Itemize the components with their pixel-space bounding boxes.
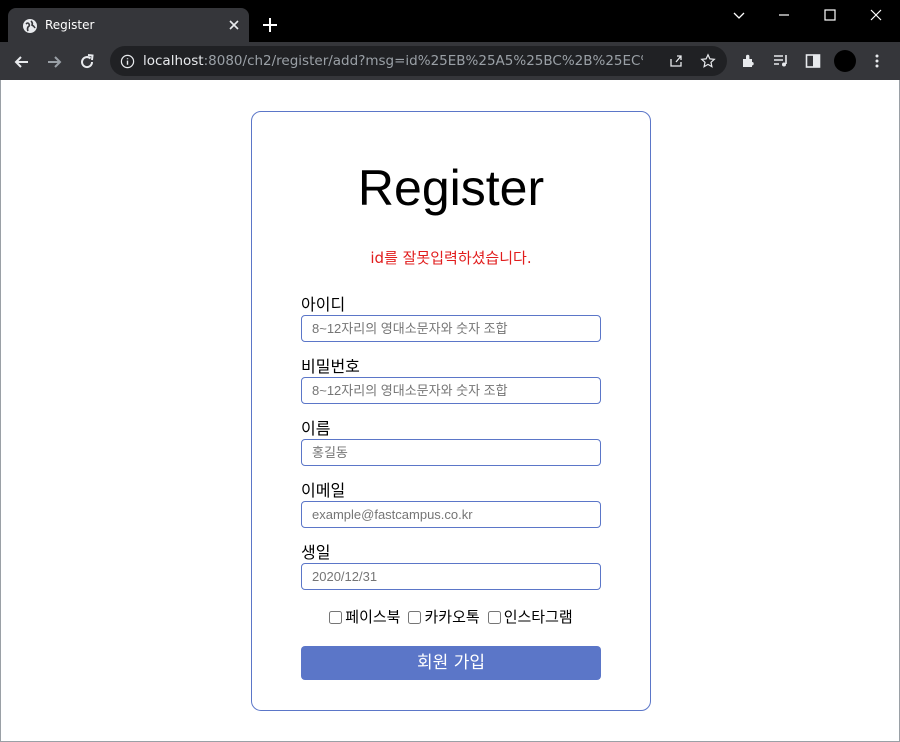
- name-label: 이름: [301, 419, 331, 438]
- side-panel-icon[interactable]: [804, 52, 822, 70]
- id-label: 아이디: [301, 295, 346, 314]
- register-form: Register id를 잘못입력하셨습니다. 아이디 비밀번호 이름 이메일 …: [251, 111, 651, 711]
- instagram-checkbox[interactable]: [487, 610, 501, 624]
- browser-tab[interactable]: Register: [8, 8, 249, 42]
- address-bar[interactable]: localhost:8080/ch2/register/add?msg=id%2…: [110, 46, 727, 76]
- facebook-label: 페이스북: [345, 608, 401, 626]
- share-icon[interactable]: [668, 53, 684, 69]
- close-window-icon[interactable]: [865, 4, 887, 26]
- password-input[interactable]: [301, 377, 601, 404]
- sns-option-facebook[interactable]: 페이스북: [329, 607, 400, 627]
- id-input[interactable]: [301, 315, 601, 342]
- kakaotalk-label: 카카오톡: [424, 608, 480, 626]
- name-input[interactable]: [301, 439, 601, 466]
- profile-avatar[interactable]: [834, 50, 856, 72]
- info-icon[interactable]: [120, 54, 135, 69]
- minimize-icon[interactable]: [773, 4, 795, 26]
- instagram-label: 인스타그램: [503, 608, 573, 626]
- extensions-icon[interactable]: [740, 52, 758, 70]
- page-content: Register id를 잘못입력하셨습니다. 아이디 비밀번호 이름 이메일 …: [0, 80, 900, 742]
- close-tab-icon[interactable]: [226, 17, 242, 33]
- more-menu-icon[interactable]: [868, 52, 886, 70]
- url-path: :8080/ch2/register/add?msg=id%25EB%25A5%…: [203, 53, 643, 69]
- register-button[interactable]: 회원 가입: [301, 646, 601, 680]
- tab-search-icon[interactable]: [728, 4, 750, 26]
- birthday-label: 생일: [301, 543, 331, 562]
- url-text[interactable]: localhost:8080/ch2/register/add?msg=id%2…: [143, 53, 643, 69]
- birthday-input[interactable]: [301, 563, 601, 590]
- forward-icon[interactable]: [44, 52, 64, 72]
- browser-titlebar: Register: [0, 0, 900, 42]
- reload-icon[interactable]: [77, 52, 97, 72]
- kakaotalk-checkbox[interactable]: [408, 610, 422, 624]
- url-host: localhost: [143, 53, 204, 69]
- maximize-icon[interactable]: [819, 4, 841, 26]
- sns-option-kakaotalk[interactable]: 카카오톡: [408, 607, 480, 627]
- password-label: 비밀번호: [301, 357, 360, 376]
- email-label: 이메일: [301, 481, 346, 500]
- error-message: id를 잘못입력하셨습니다.: [370, 249, 532, 267]
- globe-icon: [23, 19, 37, 33]
- bookmark-star-icon[interactable]: [700, 53, 716, 69]
- back-icon[interactable]: [12, 52, 32, 72]
- tab-title: Register: [45, 18, 95, 32]
- browser-toolbar: localhost:8080/ch2/register/add?msg=id%2…: [0, 42, 900, 80]
- sns-option-instagram[interactable]: 인스타그램: [487, 607, 573, 627]
- page-title: Register: [357, 160, 545, 216]
- facebook-checkbox[interactable]: [329, 610, 343, 624]
- email-input[interactable]: [301, 501, 601, 528]
- new-tab-icon[interactable]: [261, 16, 279, 34]
- sns-options: 페이스북 카카오톡 인스타그램: [252, 607, 650, 627]
- media-queue-icon[interactable]: [772, 52, 790, 70]
